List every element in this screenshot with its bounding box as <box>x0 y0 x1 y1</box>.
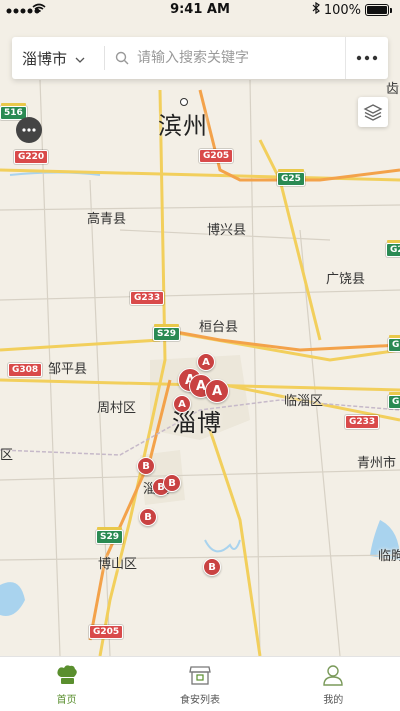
tab-profile[interactable]: 我的 <box>267 657 400 711</box>
user-icon <box>320 662 346 688</box>
battery-tip-icon <box>390 7 392 13</box>
map-label-linzi: 临淄区 <box>284 394 324 409</box>
chevron-down-icon <box>75 49 85 67</box>
search-icon <box>115 51 129 65</box>
map-label-huantai: 桓台县 <box>199 320 239 335</box>
road-shield-g205: G205 <box>199 149 234 163</box>
tab-profile-label: 我的 <box>323 695 344 706</box>
search-input[interactable] <box>135 49 349 67</box>
road-shield-s29-south: S29 <box>96 527 124 544</box>
road-shield-g233-east: G233 <box>345 415 380 429</box>
chef-hat-icon <box>54 662 80 688</box>
map-label-qingzhou: 青州市 <box>357 456 397 471</box>
road-shield-g205-south: G205 <box>89 625 124 639</box>
city-selector-label: 淄博市 <box>22 49 68 68</box>
road-shield-g220: G220 <box>14 150 49 164</box>
map-marker[interactable]: B <box>137 457 155 475</box>
storefront-icon <box>187 662 213 688</box>
map-label-boshan: 博山区 <box>98 557 138 572</box>
road-shield-g308: G308 <box>8 363 43 377</box>
road-shield-edge-3: G <box>388 392 400 409</box>
status-bar: 9:41 AM 100% <box>0 0 400 20</box>
layers-icon <box>363 104 383 121</box>
map-label-binzhou: 滨州 <box>158 112 208 140</box>
map-marker[interactable]: B <box>203 558 221 576</box>
layers-button[interactable] <box>358 97 388 127</box>
more-icon[interactable] <box>345 37 388 79</box>
map-marker[interactable]: A <box>197 353 215 371</box>
tab-home-label: 首页 <box>56 695 77 706</box>
search-divider <box>104 46 105 70</box>
road-shield-edge-2: G <box>388 335 400 352</box>
map-view[interactable]: 滨州 淄博 高青县 博兴县 广饶县 桓台县 邹平县 周村区 临淄区 青州市 博山… <box>0 0 400 656</box>
bluetooth-icon <box>312 1 320 18</box>
city-selector[interactable]: 淄博市 <box>12 48 104 69</box>
map-marker[interactable]: A <box>205 379 229 403</box>
map-label-zouping: 邹平县 <box>48 362 88 377</box>
tab-food-safety-list[interactable]: 食安列表 <box>133 657 266 711</box>
map-label-linqu: 临朐 <box>378 549 400 564</box>
battery-percent: 100% <box>323 2 361 18</box>
road-shield-s29-north: S29 <box>153 324 181 341</box>
tab-food-safety-list-label: 食安列表 <box>179 695 220 706</box>
search-bar: 淄博市 <box>12 37 388 79</box>
map-marker[interactable]: A <box>173 395 191 413</box>
map-marker[interactable]: B <box>163 474 181 492</box>
map-label-gaoqing: 高青县 <box>87 212 127 227</box>
map-label-zhoucun: 周村区 <box>97 401 137 416</box>
road-shield-g233-north: G233 <box>130 291 165 305</box>
map-label-boxing: 博兴县 <box>207 223 247 238</box>
map-label-edge-west: 区 <box>0 448 14 463</box>
map-marker[interactable]: B <box>139 508 157 526</box>
tab-home[interactable]: 首页 <box>0 657 133 711</box>
road-shield-edge-1: G2 <box>386 240 400 257</box>
battery-icon <box>365 4 389 16</box>
road-shield-g25: G25 <box>277 169 305 186</box>
message-button[interactable] <box>16 117 42 143</box>
map-label-guangrao: 广饶县 <box>326 272 366 287</box>
bottom-tab-bar: 首页 食安列表 我的 <box>0 656 400 711</box>
chat-dots-icon <box>22 128 36 132</box>
city-dot-icon <box>180 98 188 106</box>
map-label-edge-north: 齿 <box>386 82 400 97</box>
